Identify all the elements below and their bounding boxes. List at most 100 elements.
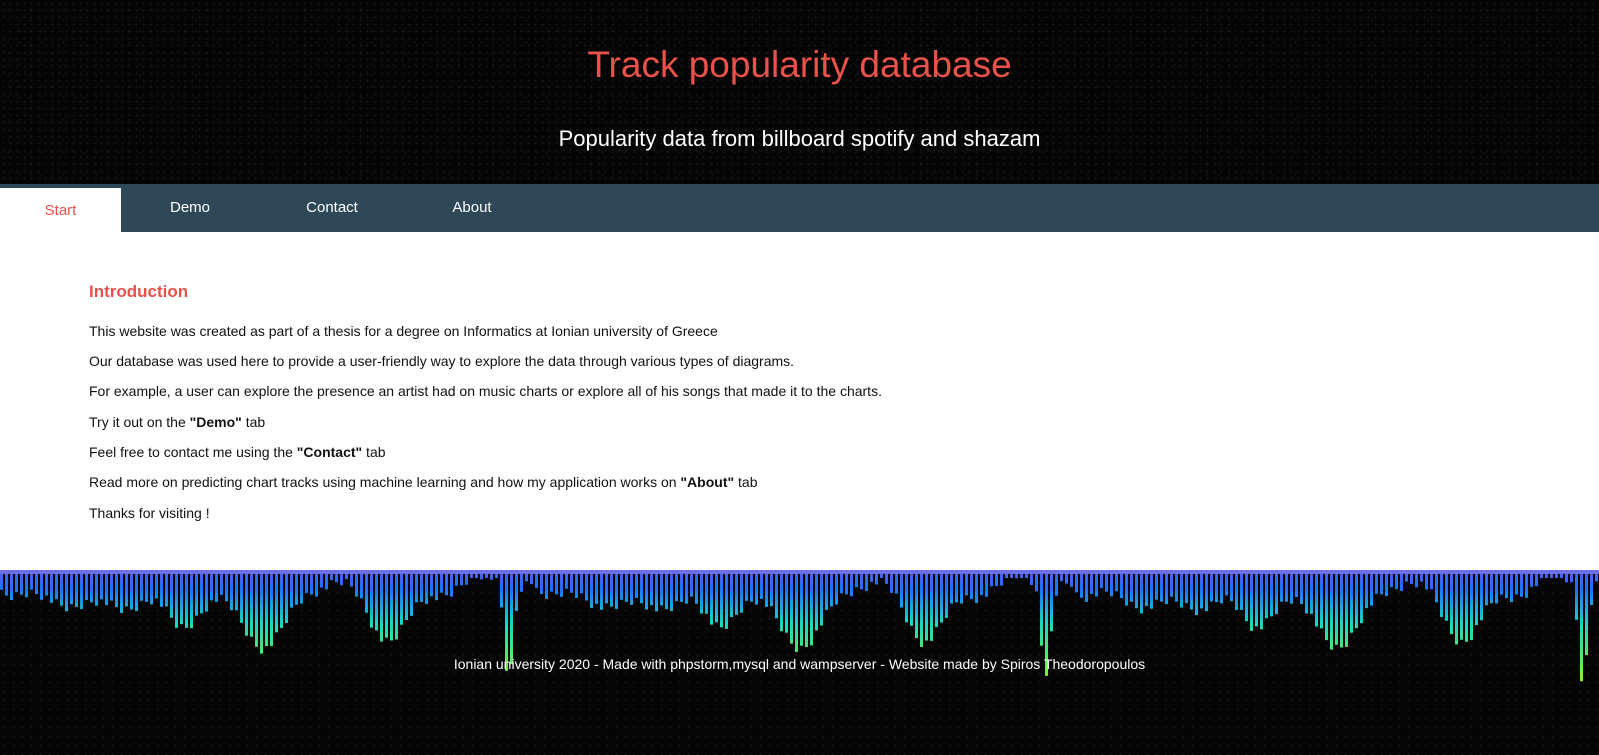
visualizer-bar	[1185, 570, 1188, 604]
visualizer-bar	[905, 570, 908, 623]
visualizer-bar	[60, 570, 63, 606]
visualizer-bar	[985, 570, 988, 597]
visualizer-bar	[825, 570, 828, 610]
visualizer-bar	[815, 570, 818, 631]
visualizer-bar	[240, 570, 243, 623]
visualizer-bar	[190, 570, 193, 629]
visualizer-bar	[365, 570, 368, 613]
visualizer-bar	[1210, 570, 1213, 602]
visualizer-bar	[360, 570, 363, 599]
paragraph-text: tab	[734, 474, 758, 490]
footer-credits: Ionian university 2020 - Made with phpst…	[453, 656, 1146, 672]
visualizer-bar	[1200, 570, 1203, 609]
visualizer-bar	[200, 570, 203, 614]
visualizer-bar	[1130, 570, 1133, 602]
visualizer-bar	[950, 570, 953, 604]
visualizer-bar	[800, 570, 803, 646]
visualizer-bar	[1080, 570, 1083, 598]
visualizer-bar	[285, 570, 288, 623]
visualizer-bar	[1455, 570, 1458, 645]
visualizer-bar	[230, 570, 233, 611]
visualizer-bar	[615, 570, 618, 609]
visualizer-bar	[920, 570, 923, 647]
demo-tab-reference: "Demo"	[189, 414, 242, 430]
visualizer-bar	[125, 570, 128, 607]
visualizer-bar	[290, 570, 293, 608]
visualizer-bar	[940, 570, 943, 623]
visualizer-bar	[1360, 570, 1363, 624]
visualizer-bar	[25, 570, 28, 598]
visualizer-bar	[680, 570, 683, 602]
visualizer-bar	[600, 570, 603, 610]
visualizer-bar	[260, 570, 263, 654]
tab-contact[interactable]: Contact	[270, 184, 394, 232]
visualizer-bar	[40, 570, 43, 600]
visualizer-bar	[1460, 570, 1463, 640]
visualizer-bar	[390, 570, 393, 641]
visualizer-bar	[1590, 570, 1593, 605]
visualizer-bar	[500, 570, 503, 608]
paragraph-text: Try it out on the	[89, 414, 190, 430]
visualizer-bar	[1495, 570, 1498, 604]
paragraph-text: tab	[362, 444, 386, 460]
visualizer-bar	[700, 570, 703, 614]
visualizer-bar	[170, 570, 173, 618]
visualizer-bar	[160, 570, 163, 607]
visualizer-bar	[385, 570, 388, 638]
visualizer-bar	[625, 570, 628, 602]
visualizer-bar	[1170, 570, 1173, 597]
visualizer-bar	[975, 570, 978, 603]
visualizer-bar	[1205, 570, 1208, 612]
visualizer-bar	[1050, 570, 1053, 632]
visualizer-bar	[595, 570, 598, 604]
visualizer-bar	[120, 570, 123, 613]
paragraph-text: For example, a user can explore the pres…	[89, 383, 882, 399]
visualizer-bar	[1140, 570, 1143, 614]
visualizer-bar	[665, 570, 668, 610]
visualizer-bar	[165, 570, 168, 607]
visualizer-bar	[1310, 570, 1313, 614]
visualizer-bar	[115, 570, 118, 608]
visualizer-bar	[1480, 570, 1483, 621]
visualizer-bar	[1355, 570, 1358, 629]
tab-demo[interactable]: Demo	[130, 184, 250, 232]
visualizer-bar	[1190, 570, 1193, 610]
visualizer-bar	[210, 570, 213, 601]
visualizer-bar	[1230, 570, 1233, 602]
visualizer-bar	[225, 570, 228, 602]
visualizer-bar	[1340, 570, 1343, 648]
visualizer-bar	[705, 570, 708, 614]
visualizer-bar	[605, 570, 608, 604]
visualizer-bar	[265, 570, 268, 647]
visualizer-bar	[775, 570, 778, 619]
visualizer-bar	[100, 570, 103, 600]
site-title: Track popularity database	[587, 44, 1012, 85]
visualizer-bar	[725, 570, 728, 629]
tab-start[interactable]: Start	[0, 188, 121, 232]
intro-heading: Introduction	[89, 282, 189, 301]
visualizer-bar	[270, 570, 273, 647]
visualizer-bar	[790, 570, 793, 644]
visualizer-bar	[10, 570, 13, 600]
intro-paragraph: Our database was used here to provide a …	[89, 353, 794, 369]
visualizer-bar	[375, 570, 378, 631]
visualizer-bar	[380, 570, 383, 642]
visualizer-bar	[1475, 570, 1478, 626]
visualizer-bar	[1575, 570, 1578, 620]
paragraph-text: Thanks for visiting !	[89, 505, 210, 521]
visualizer-bar	[1260, 570, 1263, 630]
visualizer-bar	[1465, 570, 1468, 642]
visualizer-bar	[515, 570, 518, 611]
visualizer-bar	[1435, 570, 1438, 603]
visualizer-bar	[1510, 570, 1513, 603]
visualizer-bar	[1175, 570, 1178, 602]
visualizer-bar	[410, 570, 413, 616]
visualizer-bar	[1330, 570, 1333, 650]
visualizer-bar	[660, 570, 663, 606]
visualizer-bar	[1240, 570, 1243, 610]
visualizer-bar	[145, 570, 148, 602]
tab-about[interactable]: About	[412, 184, 532, 232]
site-subtitle: Popularity data from billboard spotify a…	[558, 126, 1041, 151]
visualizer-bar	[1155, 570, 1158, 600]
visualizer-bar	[835, 570, 838, 605]
